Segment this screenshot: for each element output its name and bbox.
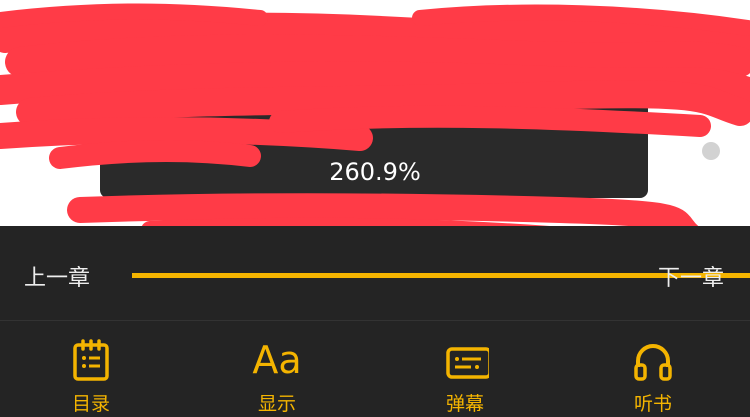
nav-label-catalog: 目录: [71, 393, 110, 415]
reading-progress-text: 260.9%: [329, 158, 421, 186]
nav-label-listen: 听书: [633, 393, 672, 415]
scroll-indicator-dot: [650, 42, 668, 60]
catalog-icon: [73, 339, 109, 381]
nav-item-catalog[interactable]: 目录: [31, 321, 151, 417]
nav-item-display[interactable]: Aa 显示: [217, 321, 337, 417]
font-size-icon: Aa: [252, 338, 302, 382]
danmaku-icon: [446, 347, 489, 379]
reading-area: 260.9%: [0, 0, 750, 226]
reader-toolbar: 上一章 下一章 目录 Aa 显示 弹幕 听书: [0, 226, 750, 417]
previous-chapter-button[interactable]: 上一章: [24, 260, 90, 292]
bottom-nav: 目录 Aa 显示 弹幕 听书: [0, 321, 750, 417]
nav-label-display: 显示: [257, 393, 296, 415]
next-chapter-button[interactable]: 下一章: [658, 260, 724, 292]
nav-label-danmaku: 弹幕: [445, 393, 484, 415]
headphones-icon: [634, 344, 672, 381]
nav-item-listen[interactable]: 听书: [593, 321, 713, 417]
chapter-navigation: 上一章 下一章: [0, 226, 750, 320]
nav-item-danmaku[interactable]: 弹幕: [405, 321, 525, 417]
